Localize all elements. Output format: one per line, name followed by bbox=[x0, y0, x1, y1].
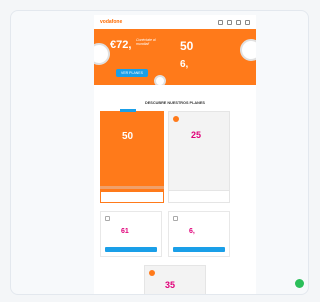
plans-row-2: 61 6, bbox=[94, 211, 256, 259]
preview-card: vodafone €72, Conéctate al mundial! 50 6… bbox=[10, 10, 309, 295]
soccer-ball-icon bbox=[94, 43, 110, 65]
featured-tag bbox=[120, 109, 136, 112]
plan-card[interactable]: 61 bbox=[100, 211, 162, 257]
mobile-page: vodafone €72, Conéctate al mundial! 50 6… bbox=[94, 15, 256, 294]
plan-card-featured[interactable]: 50 bbox=[100, 109, 164, 203]
site-header: vodafone bbox=[94, 15, 256, 29]
brand-logo[interactable]: vodafone bbox=[100, 19, 122, 25]
plan-card[interactable]: 6, bbox=[168, 211, 230, 257]
plan-footer-link[interactable] bbox=[169, 190, 229, 202]
plan-footer-link[interactable] bbox=[100, 191, 164, 203]
hero-cta-button[interactable]: VER PLANES bbox=[116, 69, 148, 77]
soccer-ball-icon bbox=[240, 39, 256, 61]
plan-price: 25 bbox=[191, 130, 202, 140]
header-icons bbox=[218, 19, 250, 25]
hero-price-primary: 50 bbox=[180, 39, 194, 53]
search-icon[interactable] bbox=[218, 19, 223, 25]
hero-headline: €72, bbox=[110, 39, 132, 51]
plan-price: 6, bbox=[189, 228, 195, 235]
user-icon[interactable] bbox=[227, 19, 232, 25]
hero-price-secondary: 6, bbox=[180, 59, 189, 70]
section-title: DESCUBRE NUESTROS PLANES bbox=[145, 101, 205, 105]
plan-cta-button[interactable] bbox=[173, 247, 225, 252]
plan-cta-button[interactable] bbox=[105, 247, 157, 252]
plan-card[interactable]: 35 bbox=[144, 265, 206, 294]
cart-icon[interactable] bbox=[236, 19, 241, 25]
hero-banner[interactable]: €72, Conéctate al mundial! 50 6, VER PLA… bbox=[94, 29, 256, 85]
plan-price: 61 bbox=[121, 228, 129, 235]
device-icon bbox=[173, 216, 178, 221]
plan-cta-button[interactable] bbox=[100, 186, 164, 189]
hero-offer: €72, bbox=[110, 39, 131, 51]
plans-row: 50 25 bbox=[94, 109, 256, 207]
soccer-ball-icon bbox=[154, 75, 166, 85]
device-icon bbox=[105, 216, 110, 221]
plan-price: 50 bbox=[122, 131, 134, 142]
hero-tagline: Conéctate al mundial! bbox=[136, 38, 156, 47]
plan-card[interactable]: 25 bbox=[168, 111, 230, 203]
plan-price: 35 bbox=[165, 280, 176, 290]
chat-icon[interactable] bbox=[295, 279, 304, 288]
brand-badge-icon bbox=[149, 270, 155, 276]
brand-badge-icon bbox=[173, 116, 179, 122]
menu-icon[interactable] bbox=[245, 19, 250, 25]
